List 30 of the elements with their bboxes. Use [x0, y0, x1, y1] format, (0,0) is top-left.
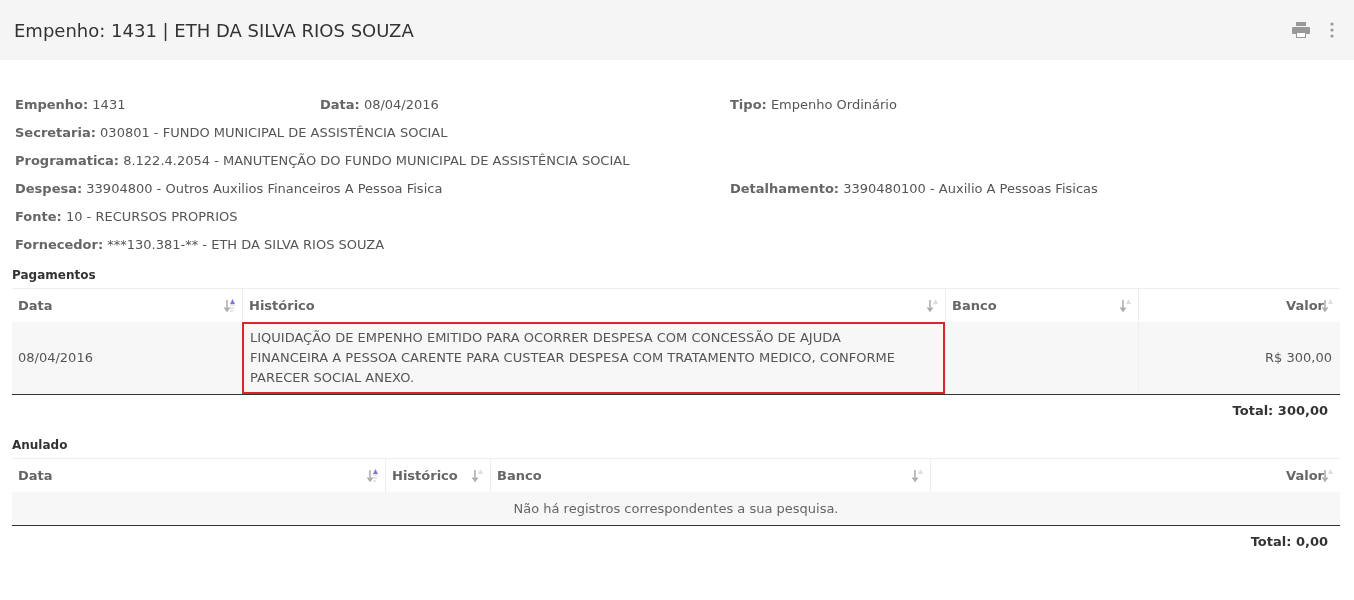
info-field: Data: 08/04/2016 [320, 96, 730, 112]
info-field: Fornecedor: ***130.381-** - ETH DA SILVA RIOS SOUZA [15, 236, 1340, 252]
sort-icon[interactable] [472, 467, 484, 484]
info-field: Despesa: 33904800 - Outros Auxilios Financeiros A Pessoa Fisica [15, 180, 730, 196]
total-label: Total: 300,00 [1232, 403, 1328, 418]
info-field: Detalhamento: 3390480100 - Auxilio A Pessoas Fisicas [730, 180, 1340, 196]
total-label: Total: 0,00 [1250, 534, 1328, 549]
sort-icon[interactable] [1322, 467, 1334, 484]
section-title: Anulado [12, 437, 69, 454]
table-cell: 08/04/2016 [12, 322, 242, 394]
info-field: Secretaria: 030801 - FUNDO MUNICIPAL DE ASSISTÊNCIA SOCIAL [15, 124, 1340, 140]
info-field: Tipo: Empenho Ordinário [730, 96, 1340, 112]
sort-icon[interactable] [927, 297, 939, 314]
table-cell: R$ 300,00 [1138, 322, 1340, 394]
more-options-icon[interactable] [1330, 22, 1334, 38]
info-field: Programatica: 8.122.4.2054 - MANUTENÇÃO DO FUNDO MUNICIPAL DE ASSISTÊNCIA SOCIAL [15, 152, 1340, 168]
info-field: Empenho: 1431 [15, 96, 320, 112]
sort-icon[interactable] [367, 467, 379, 484]
sort-icon[interactable] [1120, 297, 1132, 314]
sort-icon[interactable] [224, 297, 236, 314]
info-field: Fonte: 10 - RECURSOS PROPRIOS [15, 208, 1340, 224]
section-title: Pagamentos [12, 267, 97, 284]
column-header[interactable]: Data [12, 459, 385, 492]
table-cell: LIQUIDAÇÃO DE EMPENHO EMITIDO PARA OCORRER DESPESA COM CONCESSÃO DE AJUDA FINANCEIRA A PESSOA CARENTE PARA CUSTEAR DESPESA COM TRATAMENTO MEDICO, CONFORME PARECER SOCIAL ANEXO. [242, 322, 945, 394]
print-icon[interactable] [1292, 22, 1310, 38]
sort-icon[interactable] [912, 467, 924, 484]
empty-message: Não há registros correspondentes a sua pesquisa. [513, 501, 839, 516]
sort-icon[interactable] [1322, 297, 1334, 314]
page-title: Empenho: 1431 | ETH DA SILVA RIOS SOUZA [14, 19, 414, 41]
column-header[interactable]: Data [12, 289, 242, 322]
